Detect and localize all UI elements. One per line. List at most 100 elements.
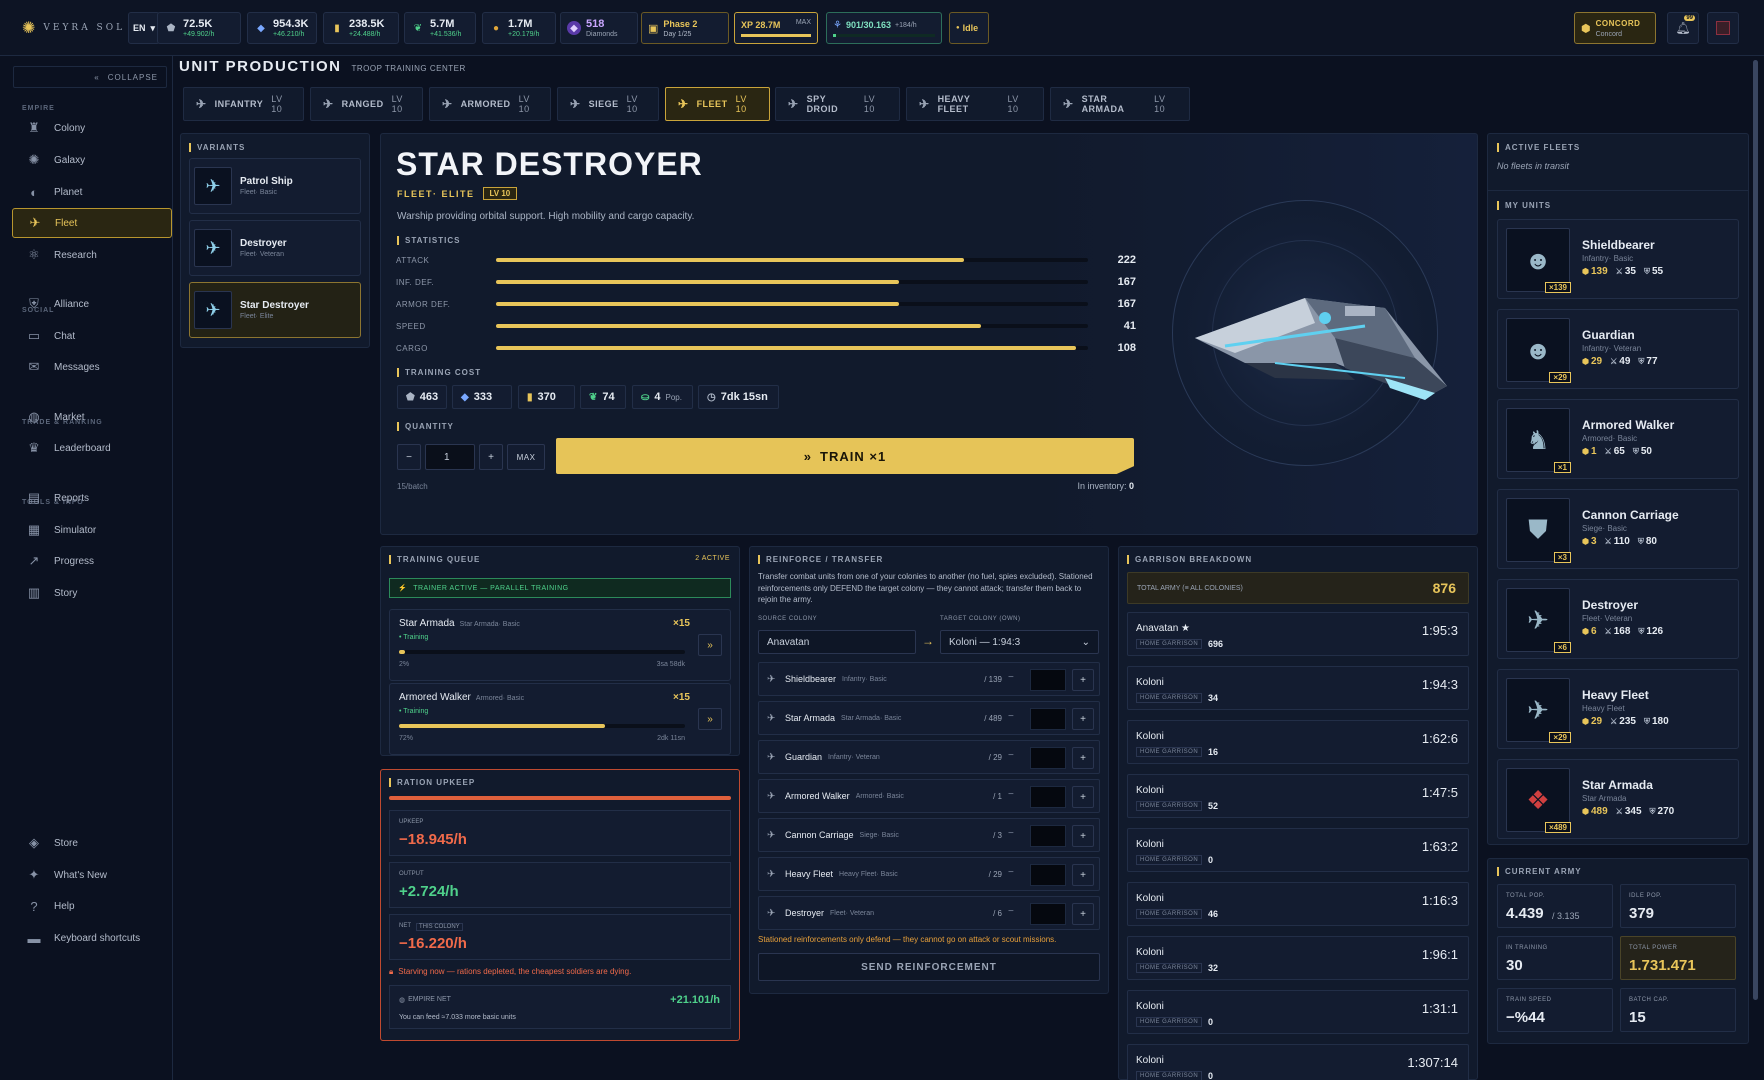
statistics-title: STATISTICS xyxy=(397,236,460,245)
quantity-max-button[interactable]: MAX xyxy=(507,444,545,470)
transfer-quantity-input[interactable] xyxy=(1030,903,1066,925)
xp-bar[interactable]: XP 28.7M MAX xyxy=(734,12,818,44)
collapse-button[interactable]: «COLLAPSE xyxy=(13,66,167,88)
status-idle-button[interactable]: ● Idle xyxy=(949,12,989,44)
transfer-decrement-button[interactable]: − xyxy=(1008,906,1014,917)
variant-patrol-ship[interactable]: ✈ Patrol Ship Fleet· Basic xyxy=(189,158,361,214)
resource-metal[interactable]: ⬟ 72.5K +49.902/h xyxy=(157,12,241,44)
transfer-decrement-button[interactable]: − xyxy=(1008,789,1014,800)
garrison-row[interactable]: Koloni HOME GARRISON 32 1:96:1 xyxy=(1127,936,1469,980)
sidebar-item-chat[interactable]: ▭ Chat xyxy=(12,321,172,351)
queue-item: Armored Walker Armored· Basic ×15 • Trainin… xyxy=(389,683,731,755)
language-selector[interactable]: EN ▾ xyxy=(128,12,160,44)
target-colony-select[interactable]: Koloni — 1:94:3 ⌄ xyxy=(940,630,1099,654)
sidebar-divider xyxy=(172,56,173,1080)
source-colony-field[interactable]: Anavatan xyxy=(758,630,916,654)
transfer-quantity-input[interactable] xyxy=(1030,864,1066,886)
my-unit-armored-walker[interactable]: ♞ ×1 Armored Walker Armored· Basic ⬢ 1 ⚔ 65 ⛨ 50 xyxy=(1497,399,1739,479)
alliance-badge[interactable]: ⬢ CONCORD Concord xyxy=(1574,12,1656,44)
sidebar-item-research[interactable]: ⚛ Research xyxy=(12,240,172,270)
resource-deuterium[interactable]: ▮ 238.5K +24.488/h xyxy=(323,12,399,44)
sidebar-item-colony[interactable]: ♜ Colony xyxy=(12,113,172,143)
planet-icon: ◐ xyxy=(30,184,38,200)
train-button[interactable]: » TRAIN ×1 xyxy=(556,438,1134,474)
garrison-row[interactable]: Koloni HOME GARRISON 16 1:62:6 xyxy=(1127,720,1469,764)
quantity-input[interactable]: 1 xyxy=(425,444,475,470)
transfer-quantity-input[interactable] xyxy=(1030,825,1066,847)
phase-indicator[interactable]: ▣ Phase 2 Day 1/25 xyxy=(641,12,729,44)
transfer-quantity-input[interactable] xyxy=(1030,786,1066,808)
transfer-increment-button[interactable]: + xyxy=(1072,669,1094,691)
transfer-decrement-button[interactable]: − xyxy=(1008,711,1014,722)
tab-spy-droid[interactable]: ✈ SPY DROID LV 10 xyxy=(775,87,900,121)
brand-logo[interactable]: ✺ VEYRA SOL xyxy=(22,18,125,38)
transfer-increment-button[interactable]: + xyxy=(1072,786,1094,808)
garrison-row[interactable]: Koloni HOME GARRISON 46 1:16:3 xyxy=(1127,882,1469,926)
tab-armored[interactable]: ✈ ARMORED LV 10 xyxy=(429,87,551,121)
sidebar-item-messages[interactable]: ✉ Messages xyxy=(12,352,172,382)
transfer-decrement-button[interactable]: − xyxy=(1008,672,1014,683)
quantity-increment-button[interactable]: + xyxy=(479,444,503,470)
sidebar-item-market[interactable]: ◍ Market xyxy=(12,402,172,432)
my-unit-guardian[interactable]: ☻ ×29 Guardian Infantry· Veteran ⬢ 29 ⚔ 49 ⛨ 77 xyxy=(1497,309,1739,389)
transfer-decrement-button[interactable]: − xyxy=(1008,867,1014,878)
transfer-increment-button[interactable]: + xyxy=(1072,825,1094,847)
transfer-quantity-input[interactable] xyxy=(1030,708,1066,730)
sidebar-item-alliance[interactable]: ⛨ Alliance xyxy=(12,289,172,319)
population-bar[interactable]: ⚘ 901/30.163 +184/h xyxy=(826,12,942,44)
variant-text: Destroyer Fleet· Veteran xyxy=(240,238,287,258)
sidebar-item-store[interactable]: ◈ Store xyxy=(12,828,172,858)
sidebar-item-story[interactable]: ▥ Story xyxy=(12,578,172,608)
sidebar-item-fleet[interactable]: ✈ Fleet xyxy=(12,208,172,238)
garrison-row[interactable]: Koloni HOME GARRISON 34 1:94:3 xyxy=(1127,666,1469,710)
garrison-row[interactable]: Anavatan ★ HOME GARRISON 696 1:95:3 xyxy=(1127,612,1469,656)
sidebar-item-galaxy[interactable]: ✺ Galaxy xyxy=(12,145,172,175)
sidebar-item-simulator[interactable]: ▦ Simulator xyxy=(12,515,172,545)
tab-heavy-fleet[interactable]: ✈ HEAVY FLEET LV 10 xyxy=(906,87,1044,121)
transfer-decrement-button[interactable]: − xyxy=(1008,750,1014,761)
tab-fleet[interactable]: ✈ FLEET LV 10 xyxy=(665,87,770,121)
garrison-row[interactable]: Koloni HOME GARRISON 52 1:47:5 xyxy=(1127,774,1469,818)
speed-up-button[interactable]: » xyxy=(698,708,722,730)
tab-ranged[interactable]: ✈ RANGED LV 10 xyxy=(310,87,423,121)
tab-infantry[interactable]: ✈ INFANTRY LV 10 xyxy=(183,87,304,121)
my-unit-cannon-carriage[interactable]: ⛊ ×3 Cannon Carriage Siege· Basic ⬢ 3 ⚔ 110 ⛨ 80 xyxy=(1497,489,1739,569)
sidebar-item-leaderboard[interactable]: ♛ Leaderboard xyxy=(12,433,172,463)
sidebar-item-planet[interactable]: ◐ Planet xyxy=(12,177,172,207)
transfer-quantity-input[interactable] xyxy=(1030,669,1066,691)
sidebar-item-reports[interactable]: ▤ Reports xyxy=(12,483,172,513)
page-scrollbar[interactable] xyxy=(1753,60,1758,1000)
variant-star-destroyer[interactable]: ✈ Star Destroyer Fleet· Elite xyxy=(189,282,361,338)
diamonds-counter[interactable]: ◆ 518 Diamonds xyxy=(560,12,638,44)
garrison-row[interactable]: Koloni HOME GARRISON 0 1:31:1 xyxy=(1127,990,1469,1034)
sidebar-item-what-s-new[interactable]: ✦ What's New xyxy=(12,860,172,890)
net-value: −16.220/h xyxy=(399,935,467,952)
sidebar-item-progress[interactable]: ↗ Progress xyxy=(12,546,172,576)
transfer-increment-button[interactable]: + xyxy=(1072,708,1094,730)
my-unit-star-armada[interactable]: ❖ ×489 Star Armada Star Armada ⬢ 489 ⚔ 345 ⛨ 270 xyxy=(1497,759,1739,839)
transfer-decrement-button[interactable]: − xyxy=(1008,828,1014,839)
resource-crystal[interactable]: ◆ 954.3K +46.210/h xyxy=(247,12,317,44)
resource-gold[interactable]: ● 1.7M +20.179/h xyxy=(482,12,556,44)
transfer-increment-button[interactable]: + xyxy=(1072,747,1094,769)
tab-star-armada[interactable]: ✈ STAR ARMADA LV 10 xyxy=(1050,87,1190,121)
tab-siege[interactable]: ✈ SIEGE LV 10 xyxy=(557,87,659,121)
profile-avatar-button[interactable] xyxy=(1707,12,1739,44)
notifications-button[interactable]: 🔔︎ 99 xyxy=(1667,12,1699,44)
my-unit-heavy-fleet[interactable]: ✈ ×29 Heavy Fleet Heavy Fleet ⬢ 29 ⚔ 235 ⛨ 180 xyxy=(1497,669,1739,749)
transfer-quantity-input[interactable] xyxy=(1030,747,1066,769)
garrison-row[interactable]: Koloni HOME GARRISON 0 1:307:14 xyxy=(1127,1044,1469,1080)
quantity-decrement-button[interactable]: − xyxy=(397,444,421,470)
speed-up-button[interactable]: » xyxy=(698,634,722,656)
my-unit-shieldbearer[interactable]: ☻ ×139 Shieldbearer Infantry· Basic ⬢ 139 ⚔ 35 ⛨… xyxy=(1497,219,1739,299)
sidebar-item-keyboard-shortcuts[interactable]: ▬ Keyboard shortcuts xyxy=(12,923,172,953)
send-reinforcement-button[interactable]: SEND REINFORCEMENT xyxy=(758,953,1100,981)
sidebar-item-help[interactable]: ? Help xyxy=(12,891,172,921)
transfer-increment-button[interactable]: + xyxy=(1072,864,1094,886)
garrison-row[interactable]: Koloni HOME GARRISON 0 1:63:2 xyxy=(1127,828,1469,872)
my-unit-destroyer[interactable]: ✈ ×6 Destroyer Fleet· Veteran ⬢ 6 ⚔ 168 ⛨ 126 xyxy=(1497,579,1739,659)
resource-food[interactable]: ❦ 5.7M +41.536/h xyxy=(404,12,476,44)
soldier-icon: ☻ ×29 xyxy=(1506,318,1571,383)
variant-destroyer[interactable]: ✈ Destroyer Fleet· Veteran xyxy=(189,220,361,276)
transfer-increment-button[interactable]: + xyxy=(1072,903,1094,925)
